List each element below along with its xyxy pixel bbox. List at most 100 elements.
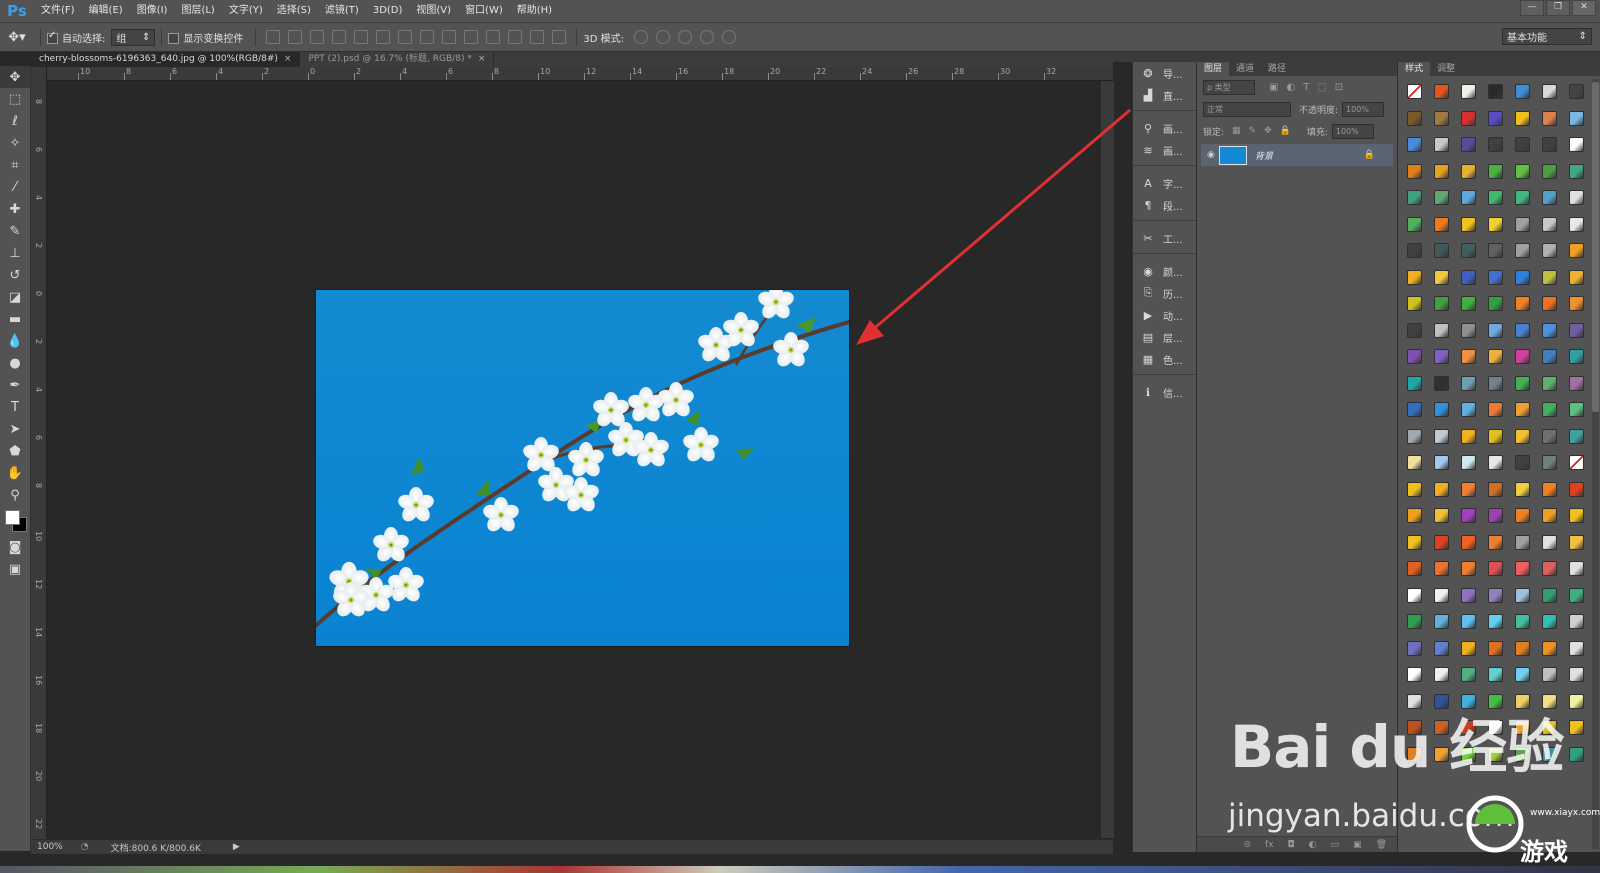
style-swatch[interactable]: [1569, 720, 1584, 735]
style-swatch[interactable]: [1488, 587, 1503, 603]
fx-icon[interactable]: fx: [1265, 840, 1274, 850]
style-swatch[interactable]: [1569, 534, 1584, 550]
style-swatch[interactable]: [1407, 216, 1422, 232]
style-swatch[interactable]: [1488, 322, 1503, 338]
style-swatch[interactable]: [1434, 269, 1449, 285]
panel-button[interactable]: ⎘ 历...: [1133, 282, 1196, 304]
no-style-swatch[interactable]: [1407, 84, 1422, 99]
style-swatch[interactable]: [1434, 508, 1449, 523]
style-swatch[interactable]: [1407, 375, 1422, 391]
style-swatch[interactable]: [1461, 269, 1476, 285]
panel-button[interactable]: ≋ 画...: [1133, 139, 1196, 161]
status-menu-arrow-icon[interactable]: ▶: [233, 842, 240, 852]
style-swatch[interactable]: [1434, 163, 1449, 179]
style-swatch[interactable]: [1461, 163, 1476, 179]
style-swatch[interactable]: [1407, 243, 1422, 258]
style-swatch[interactable]: [1542, 322, 1557, 338]
delete-layer-icon[interactable]: 🗑: [1376, 840, 1387, 850]
style-swatch[interactable]: [1461, 534, 1476, 550]
type-tool-icon[interactable]: T: [0, 396, 30, 418]
style-swatch[interactable]: [1515, 508, 1530, 523]
rotate-3d-icon[interactable]: [634, 30, 648, 44]
style-swatch[interactable]: [1569, 163, 1584, 179]
layer-row[interactable]: ◉ 背景 🔒: [1201, 144, 1393, 166]
magic-wand-tool-icon[interactable]: ✧: [0, 132, 30, 154]
style-swatch[interactable]: [1542, 455, 1557, 470]
move-tool-preset-icon[interactable]: ✥▾: [0, 30, 34, 45]
restore-button[interactable]: ❐: [1546, 0, 1570, 16]
style-swatch[interactable]: [1569, 296, 1584, 311]
style-swatch[interactable]: [1461, 216, 1476, 232]
style-swatch[interactable]: [1461, 481, 1476, 497]
style-swatch[interactable]: [1488, 296, 1503, 311]
style-swatch[interactable]: [1569, 269, 1584, 285]
style-swatch[interactable]: [1515, 269, 1530, 285]
style-swatch[interactable]: [1542, 614, 1557, 629]
style-swatch[interactable]: [1434, 561, 1449, 576]
style-swatch[interactable]: [1488, 243, 1503, 258]
document-image[interactable]: [316, 290, 849, 646]
style-swatch[interactable]: [1569, 375, 1584, 391]
style-swatch[interactable]: [1461, 587, 1476, 603]
style-swatch[interactable]: [1542, 481, 1557, 497]
minimize-button[interactable]: —: [1520, 0, 1544, 16]
show-transform-checkbox[interactable]: [168, 32, 180, 44]
style-swatch[interactable]: [1407, 110, 1422, 126]
style-swatch[interactable]: [1407, 455, 1422, 470]
align-distribute-icon[interactable]: [552, 30, 567, 44]
align-distribute-icon[interactable]: [310, 30, 325, 44]
style-swatch[interactable]: [1515, 614, 1530, 629]
style-swatch[interactable]: [1569, 243, 1584, 258]
style-swatch[interactable]: [1434, 640, 1449, 656]
style-swatch[interactable]: [1461, 402, 1476, 417]
style-swatch[interactable]: [1569, 84, 1584, 99]
style-swatch[interactable]: [1542, 190, 1557, 205]
style-swatch[interactable]: [1542, 375, 1557, 391]
style-swatch[interactable]: [1434, 322, 1449, 338]
align-distribute-icon[interactable]: [332, 30, 347, 44]
style-swatch[interactable]: [1488, 640, 1503, 656]
align-distribute-icon[interactable]: [354, 30, 369, 44]
panel-button[interactable]: ❂ 导...: [1133, 62, 1196, 84]
quick-mask-icon[interactable]: ◙: [0, 536, 30, 558]
align-distribute-icon[interactable]: [530, 30, 545, 44]
style-swatch[interactable]: [1488, 534, 1503, 550]
tab-styles[interactable]: 样式: [1398, 62, 1431, 76]
style-swatch[interactable]: [1461, 640, 1476, 656]
style-swatch[interactable]: [1542, 110, 1557, 126]
style-swatch[interactable]: [1569, 322, 1584, 338]
brush-tool-icon[interactable]: ✎: [0, 220, 30, 242]
style-swatch[interactable]: [1407, 428, 1422, 444]
panel-button[interactable]: ▤ 层...: [1133, 326, 1196, 348]
style-swatch[interactable]: [1434, 110, 1449, 126]
smart-object-filter-icon[interactable]: ⊡: [1335, 82, 1343, 93]
style-swatch[interactable]: [1434, 402, 1449, 417]
style-swatch[interactable]: [1569, 481, 1584, 497]
style-swatch[interactable]: [1542, 243, 1557, 258]
style-swatch[interactable]: [1461, 614, 1476, 629]
style-swatch[interactable]: [1515, 402, 1530, 417]
style-swatch[interactable]: [1434, 190, 1449, 205]
style-swatch[interactable]: [1569, 587, 1584, 603]
lasso-tool-icon[interactable]: ℓ: [0, 110, 30, 132]
style-swatch[interactable]: [1407, 349, 1422, 364]
style-swatch[interactable]: [1407, 137, 1422, 152]
link-layers-icon[interactable]: ⊝: [1244, 840, 1252, 850]
style-swatch[interactable]: [1515, 561, 1530, 576]
style-swatch[interactable]: [1542, 640, 1557, 656]
style-swatch[interactable]: [1542, 587, 1557, 603]
menu-item[interactable]: 滤镜(T): [318, 0, 366, 22]
panel-button[interactable]: ℹ 信...: [1133, 381, 1196, 403]
style-swatch[interactable]: [1461, 375, 1476, 391]
zoom-level[interactable]: 100%: [37, 842, 63, 852]
style-swatch[interactable]: [1515, 587, 1530, 603]
style-swatch[interactable]: [1461, 137, 1476, 152]
status-info-icon[interactable]: ◔: [81, 842, 89, 852]
align-distribute-icon[interactable]: [398, 30, 413, 44]
style-swatch[interactable]: [1569, 402, 1584, 417]
style-swatch[interactable]: [1461, 561, 1476, 576]
zoom-tool-icon[interactable]: ⚲: [0, 484, 30, 506]
panel-dock-header[interactable]: [1113, 52, 1600, 62]
style-swatch[interactable]: [1488, 455, 1503, 470]
blur-tool-icon[interactable]: 💧: [0, 330, 30, 352]
